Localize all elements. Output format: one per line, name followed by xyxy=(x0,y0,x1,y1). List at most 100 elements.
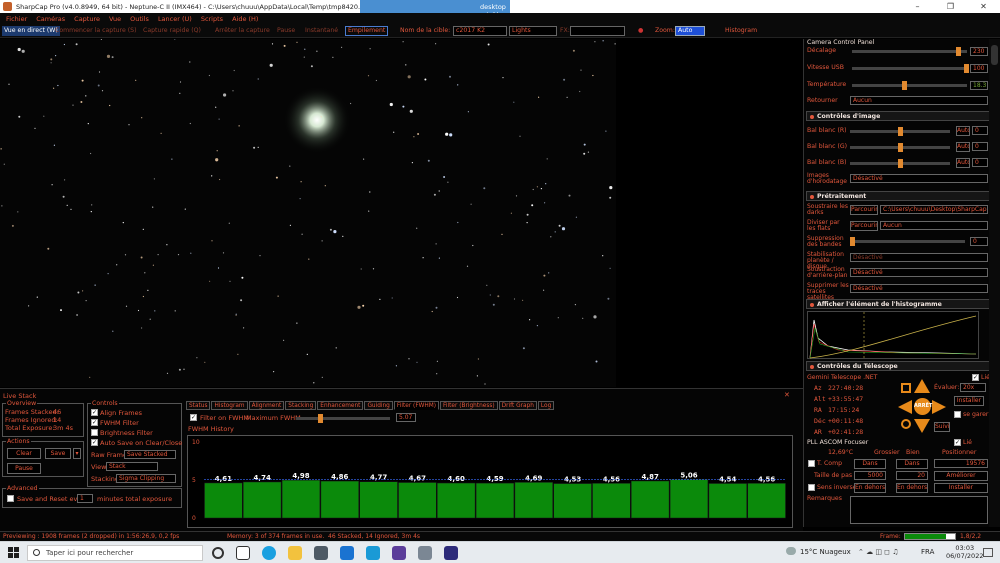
cortana-icon[interactable] xyxy=(212,547,224,559)
tcomp-checkbox[interactable] xyxy=(808,460,815,467)
menu-fichier[interactable]: Fichier xyxy=(6,15,27,23)
flat-browse-button[interactable]: Parcourir... xyxy=(850,221,878,231)
track-button[interactable]: Suivi xyxy=(934,422,950,432)
save-reset-input[interactable]: 1 xyxy=(77,494,93,503)
save-button[interactable]: Save xyxy=(45,448,71,459)
wb-blue-slider[interactable] xyxy=(850,159,950,168)
preprocessing-header[interactable]: Prétraitement xyxy=(806,191,992,201)
tray-icons[interactable]: ⌃ ☁ ◫ ◻ ♫ xyxy=(858,548,898,556)
banding-slider-knob[interactable] xyxy=(850,237,855,246)
wb-green-slider[interactable] xyxy=(850,143,950,152)
coarse-step-input[interactable]: 5000 xyxy=(854,471,886,480)
panel-scrollbar[interactable] xyxy=(989,39,1000,527)
start-capture-button[interactable]: Commencer la capture (S) xyxy=(55,26,137,36)
brightness-filter-checkbox[interactable] xyxy=(91,429,98,436)
focuser-link-checkbox[interactable]: ✓ xyxy=(954,439,961,446)
slew-north-button[interactable] xyxy=(914,379,930,393)
stacking-button[interactable]: Empilement xyxy=(345,26,389,36)
pause-button[interactable]: Pause xyxy=(277,26,295,36)
wb-red-auto[interactable]: Auto xyxy=(956,126,970,136)
rate-select[interactable]: 20x xyxy=(960,383,986,392)
clear-button[interactable]: Clear xyxy=(7,448,41,459)
wb-blue-slider-knob[interactable] xyxy=(898,159,903,168)
improve-button[interactable]: Améliorer xyxy=(934,471,988,481)
usb-speed-slider-knob[interactable] xyxy=(964,64,969,73)
target-name-input[interactable]: c2017 K2 xyxy=(453,26,507,36)
image-viewport[interactable] xyxy=(0,39,616,387)
fwhm-filter-checkbox[interactable]: ✓ xyxy=(91,419,98,426)
telescope-link-checkbox[interactable]: ✓ xyxy=(972,374,979,381)
wb-red-slider-knob[interactable] xyxy=(898,127,903,136)
histogram-plot[interactable] xyxy=(807,311,979,360)
tab-log[interactable]: Log xyxy=(537,401,555,410)
align-frames-checkbox[interactable]: ✓ xyxy=(91,409,98,416)
sharpcap-taskbar-icon[interactable] xyxy=(418,546,432,560)
usb-speed-slider[interactable] xyxy=(852,64,969,73)
fine-out-button[interactable]: En dehors xyxy=(896,483,928,493)
flat-path[interactable]: Aucun xyxy=(880,221,988,230)
slew-south-button[interactable] xyxy=(914,419,930,433)
tab-filter-fwhm[interactable]: Filter (FWHM) xyxy=(393,401,440,410)
tab-enhancement[interactable]: Enhancement xyxy=(317,401,364,410)
maximize-button[interactable]: ❐ xyxy=(934,0,967,13)
record-icon[interactable]: ● xyxy=(638,26,643,36)
tab-stacking[interactable]: Stacking xyxy=(285,401,317,410)
menu-outils[interactable]: Outils xyxy=(130,15,149,23)
tab-drift-graph[interactable]: Drift Graph xyxy=(498,401,537,410)
tab-status[interactable]: Status xyxy=(186,401,211,410)
snapshot-button[interactable]: Instantané xyxy=(305,26,338,36)
reverse-checkbox[interactable] xyxy=(808,484,815,491)
save-dropdown-icon[interactable]: ▾ xyxy=(73,448,81,459)
tab-histogram[interactable]: Histogram xyxy=(211,401,248,410)
offset-slider-knob[interactable] xyxy=(956,47,961,56)
weather-icon[interactable] xyxy=(786,547,796,555)
scrollbar-thumb[interactable] xyxy=(991,45,998,65)
coarse-in-button[interactable]: Dans xyxy=(854,459,886,469)
quick-capture-button[interactable]: Capture rapide (Q) xyxy=(143,26,201,36)
flip-select[interactable]: Aucun xyxy=(850,96,988,105)
wb-red-slider[interactable] xyxy=(850,127,950,136)
pause-stack-button[interactable]: Pause xyxy=(7,463,41,474)
wb-blue-auto[interactable]: Auto xyxy=(956,158,970,168)
goto-icon[interactable] xyxy=(901,383,911,393)
raw-frames-select[interactable]: Save Stacked xyxy=(124,450,176,459)
menu-scripts[interactable]: Scripts xyxy=(201,15,223,23)
close-button[interactable]: ✕ xyxy=(967,0,1000,13)
coarse-out-button[interactable]: En dehors xyxy=(854,483,886,493)
edge-icon[interactable] xyxy=(262,546,276,560)
stop-button[interactable]: ARRÊT xyxy=(914,398,932,415)
menu-capture[interactable]: Capture xyxy=(74,15,100,23)
telescope-install-button[interactable]: Installer xyxy=(954,396,984,406)
slew-east-button[interactable] xyxy=(932,400,946,414)
wb-red-value[interactable]: 0 xyxy=(972,126,988,135)
view-select[interactable]: Stack xyxy=(106,462,158,471)
wb-green-value[interactable]: 0 xyxy=(972,142,988,151)
save-reset-checkbox[interactable] xyxy=(7,495,14,502)
timestamp-select[interactable]: Désactivé xyxy=(850,174,988,183)
zoom-select[interactable]: Auto xyxy=(675,26,705,36)
taskbar-search-input[interactable]: Taper ici pour rechercher xyxy=(27,545,203,561)
tab-guiding[interactable]: Guiding xyxy=(364,401,393,410)
banding-value[interactable]: 0 xyxy=(970,237,988,246)
satellite-select[interactable]: Désactivé xyxy=(850,284,988,293)
banding-slider[interactable] xyxy=(850,237,965,246)
auto-save-checkbox[interactable]: ✓ xyxy=(91,439,98,446)
filter-fwhm-checkbox[interactable]: ✓ xyxy=(190,414,197,421)
tab-alignment[interactable]: Alignment xyxy=(248,401,285,410)
stabilization-select[interactable]: Désactivé xyxy=(850,253,988,262)
fx-select[interactable] xyxy=(570,26,625,36)
tab-filter-brightness[interactable]: Filter (Brightness) xyxy=(440,401,498,410)
usb-speed-value[interactable]: 100 xyxy=(970,64,988,73)
skype-icon[interactable] xyxy=(366,546,380,560)
focuser-install-button[interactable]: Installer xyxy=(934,483,988,493)
stacking-select[interactable]: Sigma Clipping xyxy=(116,474,176,483)
weather-text[interactable]: 15°C Nuageux xyxy=(800,548,851,556)
task-view-icon[interactable] xyxy=(236,546,250,560)
park-checkbox[interactable] xyxy=(954,411,961,418)
minimize-button[interactable]: – xyxy=(901,0,934,13)
dark-path[interactable]: C:\Users\chuuu\Desktop\SharpCap... xyxy=(880,205,988,214)
language-indicator[interactable]: FRA xyxy=(921,548,934,556)
frame-type-select[interactable]: Lights xyxy=(509,26,557,36)
background-select[interactable]: Désactivé xyxy=(850,268,988,277)
histogram-button[interactable]: Histogram xyxy=(725,26,757,36)
